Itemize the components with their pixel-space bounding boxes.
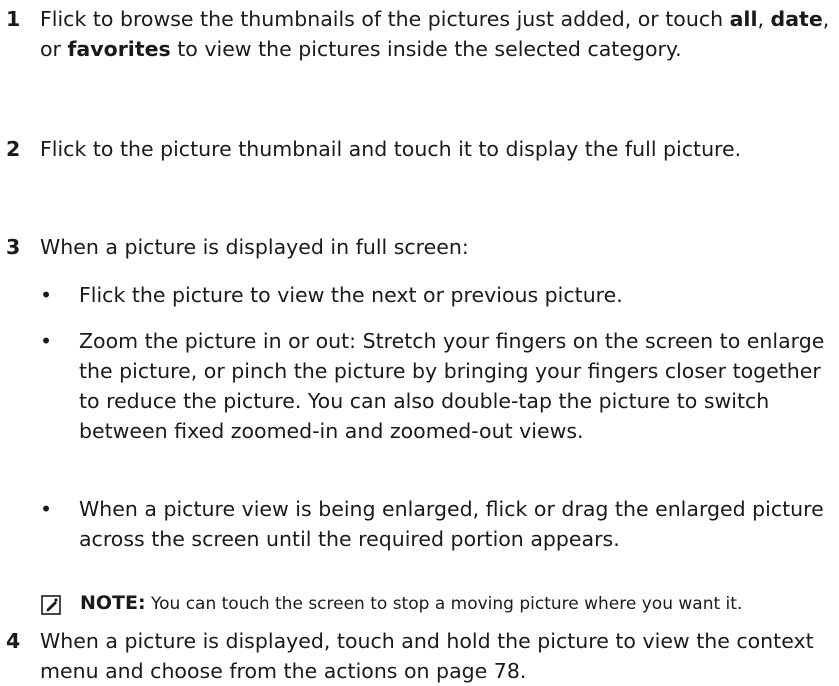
bullet-text: Flick the picture to view the next or pr… — [79, 283, 623, 307]
bullet-text: Zoom the picture in or out: Stretch your… — [79, 329, 825, 443]
bullet-text: When a picture view is being enlarged, f… — [79, 497, 824, 551]
bold-favorites: favorites — [67, 37, 171, 61]
step-text: Flick to browse the thumbnails of the pi… — [40, 7, 830, 61]
document-page: 1 Flick to browse the thumbnails of the … — [0, 0, 839, 685]
bullet-icon: • — [40, 329, 53, 353]
note-text: NOTE: You can touch the screen to stop a… — [80, 592, 743, 614]
step-number: 1 — [6, 7, 21, 31]
step-number: 3 — [6, 235, 21, 259]
bold-all: all — [729, 7, 758, 31]
step-text: When a picture is displayed, touch and h… — [40, 629, 814, 683]
step-number: 4 — [6, 629, 21, 653]
bullet-icon: • — [40, 497, 53, 521]
pencil-note-icon — [41, 595, 61, 615]
step-text: Flick to the picture thumbnail and touch… — [40, 137, 742, 161]
bullet-icon: • — [40, 283, 53, 307]
step-number: 2 — [6, 137, 21, 161]
note-label: NOTE: — [80, 592, 146, 614]
bold-date: date — [770, 7, 823, 31]
step-text: When a picture is displayed in full scre… — [40, 235, 469, 259]
